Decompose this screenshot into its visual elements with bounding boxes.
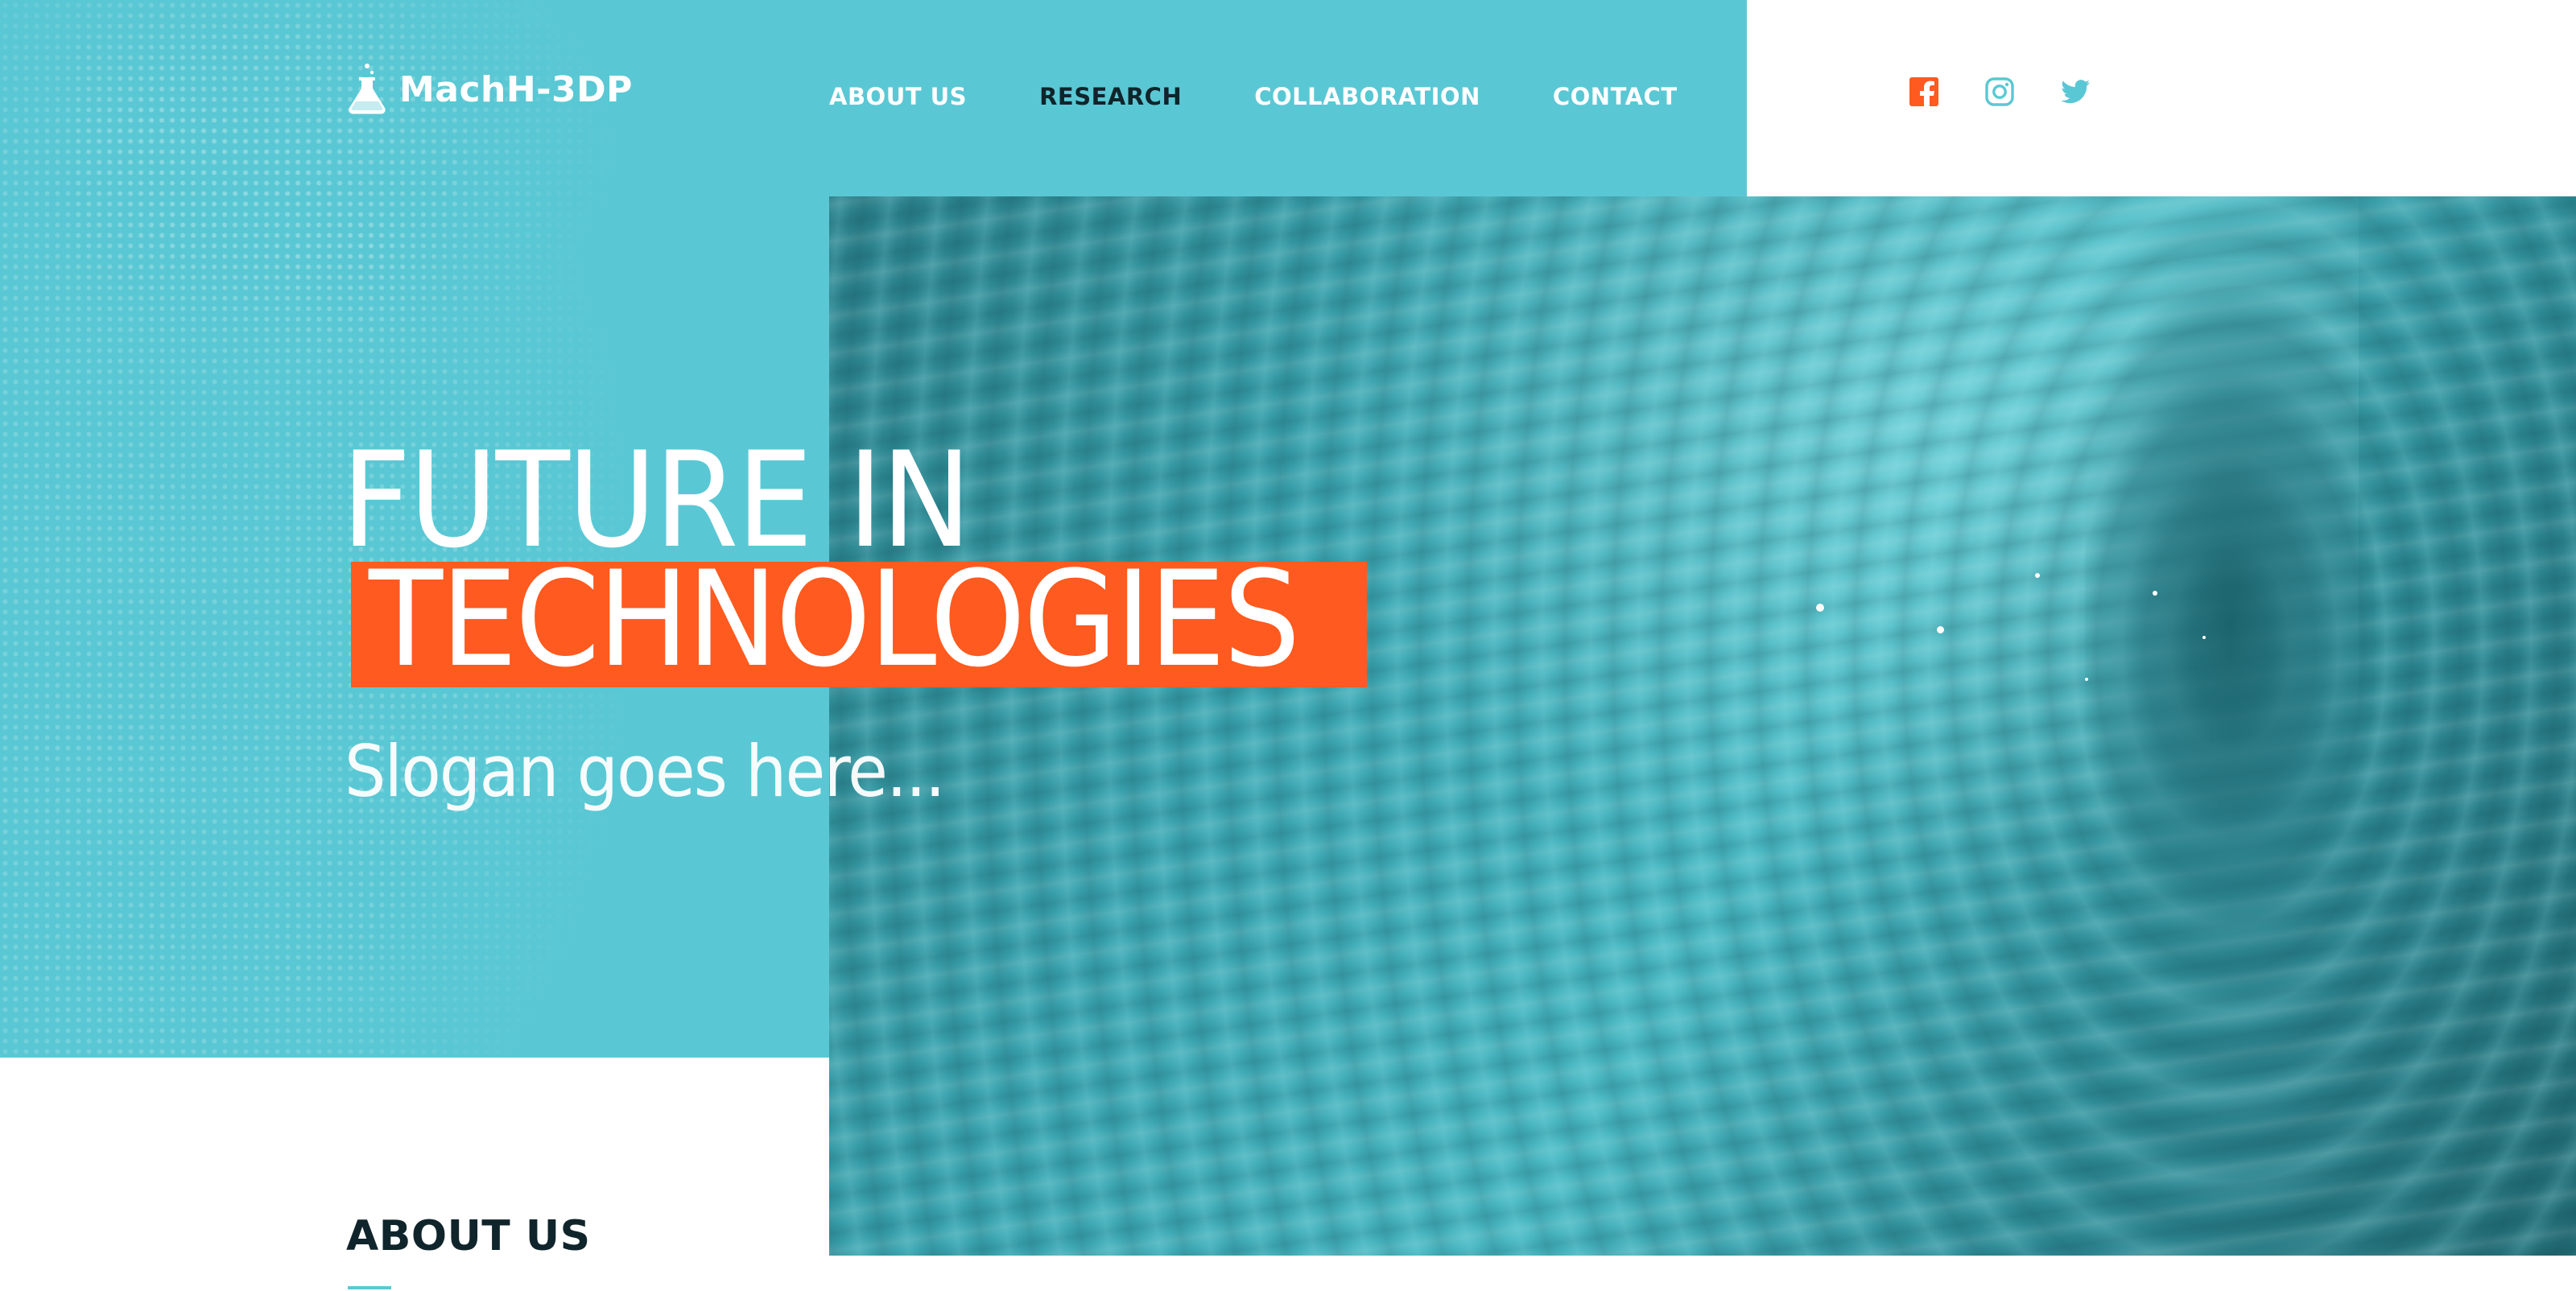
hero-image-vortex [2085, 261, 2375, 985]
facebook-icon[interactable] [1908, 76, 1940, 108]
sparkle [1816, 604, 1824, 612]
brand-logo[interactable]: MachH-3DP [346, 63, 633, 116]
twitter-icon[interactable] [2059, 76, 2091, 108]
hero-title-line-2: TECHNOLOGIES [369, 542, 1301, 696]
nav-item-about-us[interactable]: ABOUT US [829, 83, 967, 110]
hero-slogan: Slogan goes here... [345, 730, 946, 813]
social-links [1908, 76, 2091, 108]
heading-underline [348, 1286, 391, 1289]
brand-name: MachH-3DP [399, 68, 633, 110]
sparkle [1937, 626, 1944, 633]
nav-item-research[interactable]: RESEARCH [1039, 83, 1182, 110]
flask-icon [349, 64, 386, 114]
landing-page: MachH-3DP ABOUT US RESEARCH COLLABORATIO… [0, 0, 2576, 1291]
sparkle [2085, 678, 2088, 681]
nav-item-contact[interactable]: CONTACT [1553, 83, 1678, 110]
about-heading: ABOUT US [346, 1212, 591, 1260]
sparkle [2035, 573, 2040, 578]
sparkle [2153, 591, 2157, 596]
sparkle [2202, 636, 2206, 639]
nav-item-collaboration[interactable]: COLLABORATION [1254, 83, 1480, 110]
main-nav: ABOUT US RESEARCH COLLABORATION CONTACT [829, 80, 1678, 113]
instagram-icon[interactable] [1984, 76, 2016, 108]
hero-tunnel-image [829, 196, 2576, 1256]
